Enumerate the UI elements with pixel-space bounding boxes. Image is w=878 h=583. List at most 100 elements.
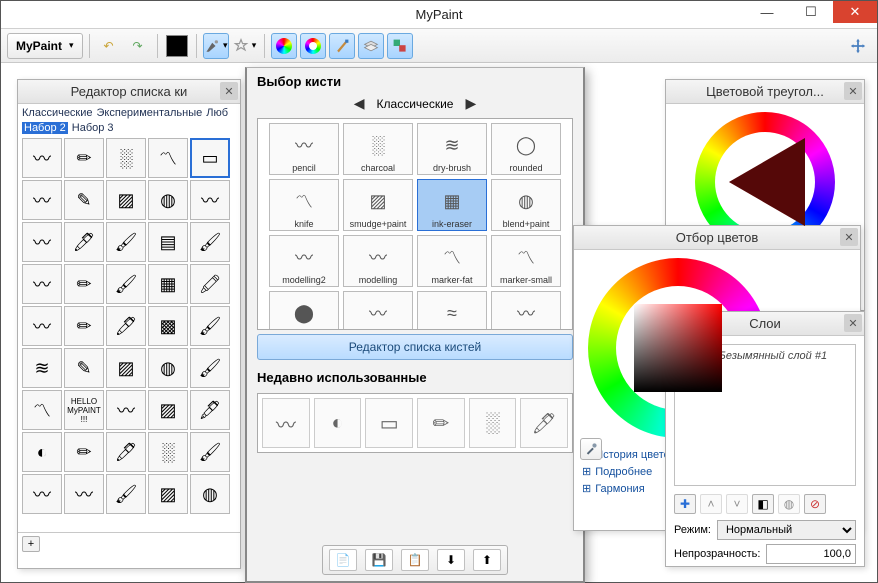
brush-thumb[interactable]: 〰 (22, 474, 62, 514)
brush-item[interactable]: 〰pointy-ink (491, 291, 561, 330)
brush-item[interactable]: 〽marker-small (491, 235, 561, 287)
brush-thumb[interactable]: ▤ (148, 222, 188, 262)
brush-thumb[interactable]: 🖌 (190, 348, 230, 388)
app-menu-button[interactable]: MyPaint (7, 33, 83, 59)
delete-layer-button[interactable]: ⊘ (804, 494, 826, 514)
brush-thumb[interactable]: 🖊 (106, 306, 146, 346)
blend-mode-select[interactable]: Нормальный (717, 520, 856, 540)
brush-thumb[interactable]: ▦ (148, 264, 188, 304)
plugin-button[interactable] (232, 33, 258, 59)
brush-thumb[interactable]: 🖊 (106, 432, 146, 472)
add-brush-button[interactable]: + (22, 536, 40, 552)
brush-tool-button[interactable] (203, 33, 229, 59)
brush-thumb[interactable]: ◍ (148, 180, 188, 220)
add-layer-button[interactable]: ✚ (674, 494, 696, 514)
layer-up-button[interactable]: ˄ (700, 494, 722, 514)
brush-thumb[interactable]: 🖌 (190, 222, 230, 262)
brush-tab[interactable]: Набор 3 (72, 122, 114, 134)
brush-thumb[interactable]: 〰 (22, 306, 62, 346)
brush-item[interactable]: ◍blend+paint (491, 179, 561, 231)
next-category-button[interactable]: ▶ (465, 95, 476, 112)
brush-thumb[interactable]: ░ (106, 138, 146, 178)
brush-item-selected[interactable]: ▦ink-eraser (417, 179, 487, 231)
brush-thumb[interactable]: ░ (148, 432, 188, 472)
color-ring-button[interactable] (300, 33, 326, 59)
brush-tab[interactable]: Экспериментальные (97, 107, 203, 119)
brush-item[interactable]: ◯rounded (491, 123, 561, 175)
minimize-button[interactable]: — (745, 1, 789, 23)
new-button[interactable]: 📄 (329, 549, 357, 571)
save-button[interactable]: 💾 (365, 549, 393, 571)
shapes-button[interactable] (387, 33, 413, 59)
close-button[interactable]: ✕ (833, 1, 877, 23)
recent-brush[interactable]: ✏ (417, 398, 465, 448)
brush-thumb[interactable]: ◐ (22, 432, 62, 472)
brush-thumb-selected[interactable]: ▭ (190, 138, 230, 178)
color-ring-full-button[interactable] (271, 33, 297, 59)
brush-thumb[interactable]: 〽 (22, 390, 62, 430)
brush-thumb[interactable]: ▨ (148, 390, 188, 430)
brush-item[interactable]: 〰pen (343, 291, 413, 330)
redo-button[interactable]: ↷ (125, 33, 151, 59)
undo-button[interactable]: ↶ (96, 33, 122, 59)
brush-thumb[interactable]: ▩ (148, 306, 188, 346)
panel-close-button[interactable]: ✕ (220, 82, 238, 100)
recent-brush[interactable]: ▭ (365, 398, 413, 448)
brush-thumb[interactable]: 🖌 (190, 432, 230, 472)
brush-tab[interactable]: Классические (22, 107, 93, 119)
brush-thumb[interactable]: 〰 (22, 222, 62, 262)
brush-item[interactable]: ▨smudge+paint (343, 179, 413, 231)
brush-thumb[interactable]: 🖌 (190, 306, 230, 346)
recent-brush[interactable]: 〰 (262, 398, 310, 448)
brush-thumb[interactable]: 〰 (64, 474, 104, 514)
brush-thumb[interactable]: 🖌 (106, 264, 146, 304)
brush-set-tabs-row2[interactable]: Набор 2 Набор 3 (18, 119, 240, 134)
recent-brush[interactable]: ░ (469, 398, 517, 448)
panel-header[interactable]: Цветовой треугол... ✕ (666, 80, 864, 104)
brush-thumb[interactable]: ◍ (190, 474, 230, 514)
eyedropper-button[interactable] (580, 438, 602, 460)
brush-thumb[interactable]: ▨ (106, 180, 146, 220)
brush-thumb[interactable]: ≋ (22, 348, 62, 388)
brush-thumb[interactable]: 🖌 (106, 474, 146, 514)
prev-category-button[interactable]: ◀ (354, 95, 365, 112)
panel-header[interactable]: Редактор списка ки ✕ (18, 80, 240, 104)
brush-item[interactable]: 〰pencil (269, 123, 339, 175)
brush-thumb[interactable]: ✏ (64, 138, 104, 178)
layers-button[interactable] (358, 33, 384, 59)
brush-thumb[interactable]: HELLOMyPAINT!!! (64, 390, 104, 430)
brush-thumb[interactable]: 〽 (148, 138, 188, 178)
brush-thumb[interactable]: 〰 (22, 138, 62, 178)
brush-thumb[interactable]: 🖋 (190, 390, 230, 430)
brush-item[interactable]: ░charcoal (343, 123, 413, 175)
brush-thumb[interactable]: 〰 (190, 180, 230, 220)
brush-tab-selected[interactable]: Набор 2 (22, 122, 68, 134)
layer-down-button[interactable]: ˅ (726, 494, 748, 514)
recent-brush[interactable]: 🖊 (520, 398, 568, 448)
panel-close-button[interactable]: ✕ (840, 228, 858, 246)
brush-item[interactable]: 〽marker-fat (417, 235, 487, 287)
brush-thumb[interactable]: 〰 (22, 264, 62, 304)
brush-thumb[interactable]: ✎ (64, 180, 104, 220)
color-swatch[interactable] (164, 33, 190, 59)
import-button[interactable]: ⬇ (437, 549, 465, 571)
brush-thumb[interactable]: ✏ (64, 432, 104, 472)
copy-button[interactable]: 📋 (401, 549, 429, 571)
brush-item[interactable]: ≋dry-brush (417, 123, 487, 175)
opacity-input[interactable] (766, 544, 856, 564)
brush-set-tabs[interactable]: Классические Экспериментальные Люб (18, 104, 240, 119)
maximize-button[interactable]: ☐ (789, 1, 833, 23)
brush-thumb[interactable]: ✏ (64, 264, 104, 304)
sv-square[interactable] (634, 304, 722, 392)
brush-item[interactable]: 〽knife (269, 179, 339, 231)
recent-brush[interactable]: ◐ (314, 398, 362, 448)
open-brush-editor-button[interactable]: Редактор списка кистей (257, 334, 573, 360)
export-button[interactable]: ⬆ (473, 549, 501, 571)
brush-item[interactable]: ⬤kabura (269, 291, 339, 330)
brush-thumb[interactable]: ▨ (106, 348, 146, 388)
panel-close-button[interactable]: ✕ (844, 82, 862, 100)
merge-layer-button[interactable]: ◍ (778, 494, 800, 514)
brush-tab[interactable]: Люб (206, 107, 228, 119)
brush-item[interactable]: 〰modelling2 (269, 235, 339, 287)
brush-thumb[interactable]: 〰 (22, 180, 62, 220)
